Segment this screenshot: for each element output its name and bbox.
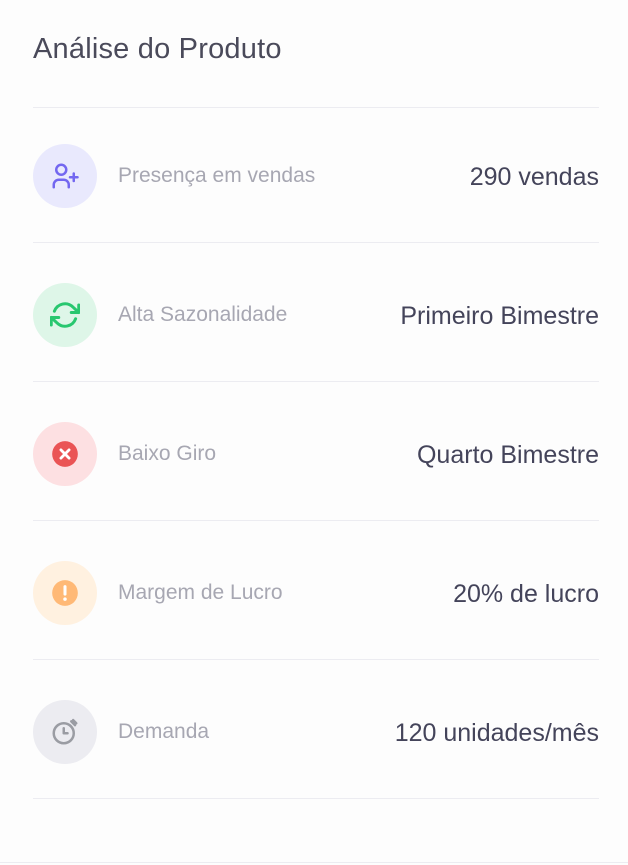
row-label: Baixo Giro	[118, 442, 217, 465]
user-plus-icon	[33, 144, 97, 208]
list-item-sales: Presença em vendas 290 vendas	[33, 108, 599, 246]
row-value: 120 unidades/mês	[394, 719, 599, 747]
list-item-profit-margin: Margem de Lucro 20% de lucro	[33, 525, 599, 663]
divider	[33, 520, 599, 521]
timer-icon	[33, 700, 97, 764]
x-circle-icon	[33, 422, 97, 486]
row-value: 20% de lucro	[453, 580, 599, 608]
divider	[33, 242, 599, 243]
alert-circle-icon	[33, 561, 97, 625]
divider	[33, 659, 599, 660]
refresh-icon	[33, 283, 97, 347]
divider	[33, 381, 599, 382]
row-value: 290 vendas	[469, 163, 599, 191]
row-value: Quarto Bimestre	[416, 441, 599, 469]
row-label: Alta Sazonalidade	[118, 303, 288, 326]
product-analysis-card: Análise do Produto Presença em vendas 29…	[0, 0, 628, 865]
divider	[33, 798, 599, 799]
row-label: Demanda	[118, 720, 210, 743]
card-bottom-border	[0, 862, 628, 863]
list-item-seasonality: Alta Sazonalidade Primeiro Bimestre	[33, 247, 599, 385]
list-item-demand: Demanda 120 unidades/mês	[33, 664, 599, 802]
row-value: Primeiro Bimestre	[400, 302, 599, 330]
card-title: Análise do Produto	[33, 33, 282, 65]
row-label: Margem de Lucro	[118, 581, 283, 604]
row-label: Presença em vendas	[118, 164, 316, 187]
list-item-low-turnover: Baixo Giro Quarto Bimestre	[33, 386, 599, 524]
